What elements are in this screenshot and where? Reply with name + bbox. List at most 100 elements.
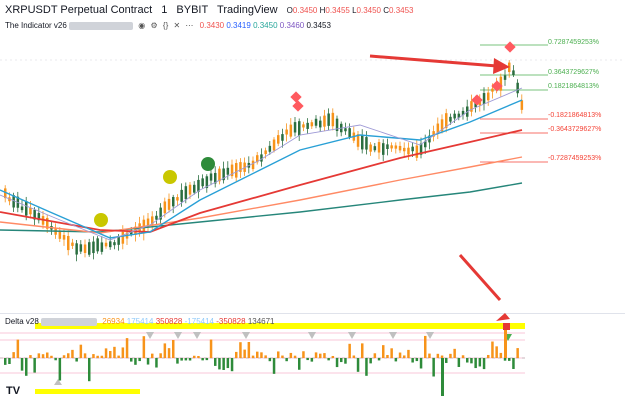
candle-body-25 [109,241,112,248]
eye-icon[interactable]: ◉ [138,21,145,30]
tradingview-logo[interactable]: TV [6,385,20,397]
delta-bar [33,358,36,373]
delta-bar [436,353,440,358]
candle-body-122 [516,82,519,94]
candle-body-69 [293,122,297,133]
candle-body-106 [449,116,452,122]
delta-legend[interactable]: Delta v28 26934 175414 350828 -175414 -3… [5,317,275,326]
delta-bar [314,352,318,358]
delta-bar [512,358,515,369]
indicator-legend[interactable]: The Indicator v26 ◉ ⚙ {} ✕ ⋯ 0.3430 0.34… [5,21,331,30]
price-chart[interactable] [0,0,625,313]
candle-body-44 [188,184,192,195]
candle-body-17 [75,243,78,255]
ind-value-5: 0.3453 [306,21,331,30]
ind-value-2: 0.3419 [226,21,251,30]
delta-bar [226,358,230,369]
candle-body-116 [491,88,494,92]
delta-bar [453,348,456,358]
delta-bar [71,349,74,358]
delta-bar [487,354,490,358]
delta-bar [243,349,246,358]
candle-body-73 [310,122,314,127]
delta-bar [281,355,284,358]
candle-body-98 [415,145,419,158]
delta-bar [260,352,263,358]
delta-bar [92,354,95,358]
candle-body-88 [373,146,377,151]
delta-value-4: -175414 [184,317,214,326]
candle-body-40 [172,196,175,207]
delta-bar [193,355,196,358]
delta-indicator-name[interactable]: Delta v28 [5,317,39,326]
delta-bar [41,354,45,358]
delta-bar [113,346,116,358]
candle-body-4 [20,206,24,211]
delta-bar [12,352,15,358]
diamond-marker-2 [292,100,304,112]
delta-bar [218,358,221,370]
candle-body-55 [235,163,238,178]
delta-bar [386,354,389,358]
symbol-name[interactable]: XRPUSDT Perpetual Contract [5,4,152,16]
candle-body-77 [327,113,330,126]
delta-bar [440,355,444,358]
ind-value-4: 0.3460 [279,21,305,30]
source-code-icon[interactable]: {} [163,21,168,30]
indicator-name[interactable]: The Indicator v26 [5,21,67,30]
delta-bar [424,335,427,358]
delta-bar [403,355,406,358]
candle-body-107 [453,113,456,119]
candle-body-65 [277,135,280,144]
delta-bar [285,358,288,362]
delta-bar [411,358,414,363]
delta-triangle-3 [193,332,201,339]
delta-triangle-2 [174,332,182,339]
delta-bar [188,358,192,361]
annotation-arrow-line [369,54,498,68]
delta-bar [319,353,322,358]
delta-bar [67,353,70,358]
indicator-params-blurred [69,21,134,30]
delta-bar [298,358,301,370]
delta-bar [432,358,435,377]
settings-icon[interactable]: ⚙ [151,21,158,30]
candle-body-86 [365,137,368,150]
delta-bar [167,348,171,358]
diamond-marker-1 [290,91,302,103]
candle-body-78 [331,112,335,127]
candle-body-71 [302,124,305,128]
delta-bar [163,343,167,358]
delta-bar [491,341,494,358]
delta-bar [466,358,469,363]
delta-value-6: 134671 [247,317,275,326]
level-label-3: 0.1821864813% [548,83,599,90]
more-icon[interactable]: ⋯ [185,21,193,30]
candle-body-97 [411,146,414,152]
close-value: 0.3453 [389,6,414,15]
delta-bar [327,358,330,361]
delta-bar [50,355,53,358]
delta-bar [239,342,242,358]
candle-body-114 [482,93,486,104]
delta-bar-spike [504,330,507,358]
signal-circle-1 [94,213,108,227]
candle-body-6 [29,207,32,215]
candle-body-28 [121,231,125,244]
delta-bar [478,358,482,367]
delta-triangle-7 [389,332,397,339]
close-icon[interactable]: ✕ [173,21,180,30]
delta-bar [20,358,24,371]
candle-body-62 [264,150,267,155]
delta-bar [428,353,431,358]
delta-panel[interactable] [0,313,625,402]
interval-label[interactable]: 1 [161,4,167,16]
delta-bar [251,355,255,358]
delta-triangle-5 [308,332,316,339]
delta-bar [25,358,28,376]
delta-bar [197,355,200,358]
delta-bar [230,358,234,372]
delta-bar [264,355,267,358]
delta-bar [180,358,183,361]
delta-bar [419,358,423,369]
